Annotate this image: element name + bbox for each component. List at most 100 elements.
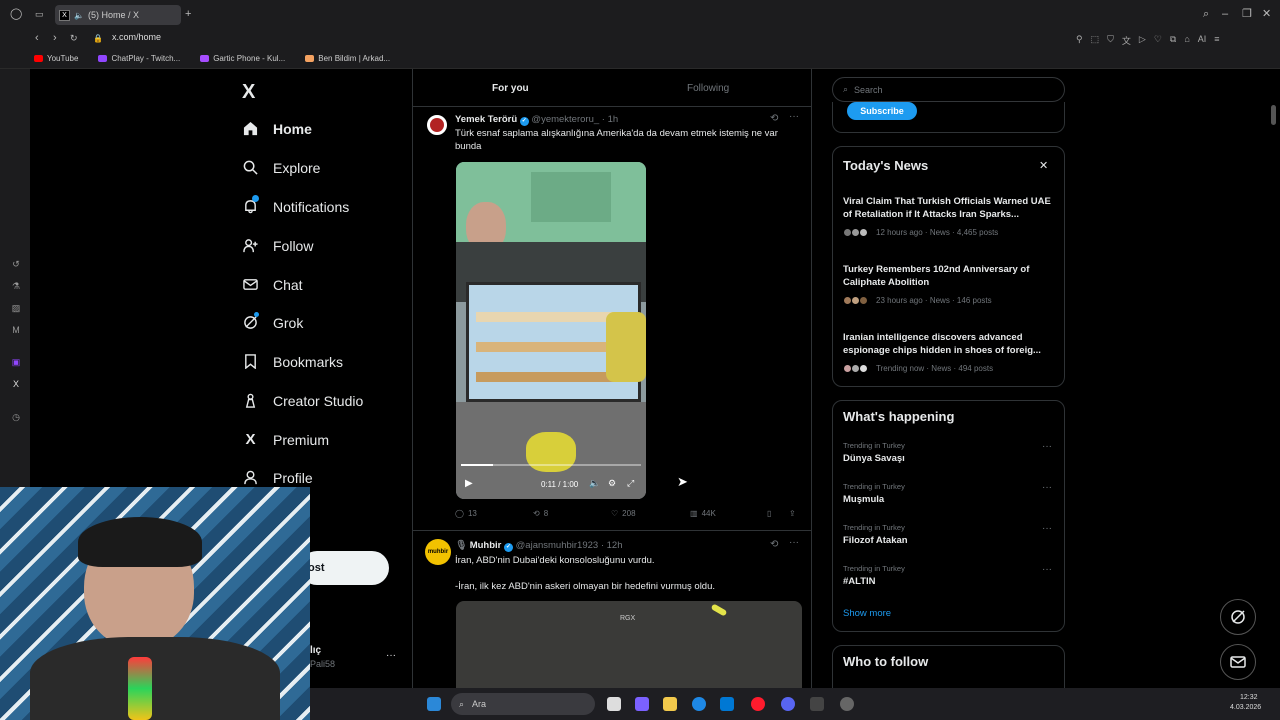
notes-icon[interactable]: ▨ (10, 303, 22, 315)
bookmark-chatplay[interactable]: ChatPlay - Twitch... (98, 54, 180, 63)
subscribe-button[interactable]: Subscribe (847, 102, 917, 120)
discord-icon[interactable] (781, 697, 795, 711)
menu-icon[interactable]: ≡ (1214, 34, 1219, 47)
post-time[interactable]: · 12h (601, 540, 623, 551)
tab-islands-icon[interactable]: ▭ (35, 9, 44, 20)
snapshot-icon[interactable]: ⬚ (1091, 34, 1100, 47)
search-icon (242, 159, 259, 176)
post-more-icon[interactable]: ··· (789, 537, 799, 548)
trend-more-icon[interactable]: ··· (1042, 564, 1052, 575)
settings-icon[interactable]: ⚙ (608, 478, 616, 489)
grok-float-button[interactable] (1220, 599, 1256, 635)
show-more-link[interactable]: Show more (843, 608, 891, 619)
browser-tab-active[interactable]: X 🔈 (5) Home / X (55, 5, 181, 25)
x-logo[interactable]: X (242, 81, 255, 104)
trend-more-icon[interactable]: ··· (1042, 523, 1052, 534)
copilot-icon[interactable] (635, 697, 649, 711)
back-icon[interactable]: ‹ (35, 33, 39, 44)
ai-icon[interactable]: AI (1198, 34, 1207, 47)
search-tabs-icon[interactable]: ⌕ (1203, 9, 1209, 20)
nav-home[interactable]: Home (242, 120, 312, 137)
search-input[interactable]: ⌕ Search (832, 77, 1065, 102)
shield-icon[interactable]: ⛉ (1107, 34, 1114, 47)
nav-grok[interactable]: Grok (242, 312, 303, 331)
clock-time[interactable]: 12:32 (1240, 694, 1258, 701)
wallet-icon[interactable]: ⌂ (1184, 34, 1189, 47)
post-author[interactable]: Yemek Terörü (455, 114, 517, 125)
views-button[interactable]: ▥ 44K (690, 509, 716, 518)
heart-icon[interactable]: ♡ (1154, 34, 1162, 47)
bookmark-youtube[interactable]: YouTube (34, 54, 78, 63)
store-icon[interactable] (720, 697, 734, 711)
post-handle[interactable]: @yemekteroru_ (531, 114, 599, 125)
post-more-icon[interactable]: ··· (789, 111, 799, 122)
clock-date[interactable]: 4.03.2026 (1230, 704, 1261, 711)
trend-more-icon[interactable]: ··· (1042, 441, 1052, 452)
messages-float-button[interactable] (1220, 644, 1256, 680)
bookmark-post-button[interactable]: ▯ (767, 509, 771, 518)
post-time[interactable]: · 1h (602, 114, 618, 125)
extensions-icon[interactable]: ⧉ (1170, 34, 1176, 47)
nav-follow[interactable]: Follow (242, 237, 313, 254)
new-tab-icon[interactable]: + (185, 9, 191, 20)
trend-more-icon[interactable]: ··· (1042, 482, 1052, 493)
play-icon[interactable]: ▷ (1139, 34, 1146, 47)
aria-icon[interactable]: ⚗ (10, 281, 22, 293)
avatar[interactable] (425, 113, 449, 137)
repost-button[interactable]: ⟲ 8 (533, 509, 548, 518)
bookmark-ben-bildim[interactable]: Ben Bildim | Arkad... (305, 54, 390, 63)
opera-taskbar-icon[interactable] (751, 697, 765, 711)
taskbar-search[interactable]: ⌕ Ara (451, 693, 595, 715)
url-text[interactable]: x.com/home (112, 32, 161, 42)
messenger-icon[interactable]: M (10, 325, 22, 337)
like-button[interactable]: ♡ 208 (611, 509, 636, 518)
forward-icon[interactable]: › (53, 33, 57, 44)
account-more-icon[interactable]: ··· (386, 650, 396, 661)
close-icon[interactable]: ✕ (1039, 159, 1048, 172)
windows-start-icon[interactable] (427, 697, 441, 711)
tab-for-you[interactable]: For you (492, 83, 529, 94)
post-handle[interactable]: @ajansmuhbir1923 (516, 540, 599, 551)
edge-icon[interactable] (692, 697, 706, 711)
nav-creator-studio[interactable]: Creator Studio (242, 392, 363, 409)
nav-profile[interactable]: Profile (242, 469, 313, 486)
fullscreen-icon[interactable]: ⤢ (627, 478, 634, 489)
video-progress-track[interactable] (461, 464, 641, 466)
file-explorer-icon[interactable] (663, 697, 677, 711)
history-sidebar-icon[interactable]: ↺ (10, 259, 22, 271)
volume-icon[interactable]: 🔈 (589, 478, 600, 489)
reload-icon[interactable]: ↻ (70, 33, 78, 44)
post-author[interactable]: Muhbir (470, 540, 502, 551)
translate-icon[interactable]: 文 (1122, 34, 1131, 47)
obs-icon[interactable] (810, 697, 824, 711)
account-name[interactable]: lıç (310, 645, 321, 656)
nav-notifications[interactable]: Notifications (242, 195, 349, 215)
nav-bookmarks[interactable]: Bookmarks (242, 353, 343, 370)
twitch-icon[interactable]: ▣ (10, 357, 22, 369)
audio-icon[interactable]: 🔈 (74, 11, 84, 20)
nav-explore[interactable]: Explore (242, 159, 320, 176)
grok-explain-icon[interactable]: ⟲ (770, 539, 778, 550)
play-icon[interactable]: ▶ (465, 478, 473, 489)
post-button[interactable]: ost (300, 551, 389, 585)
page-scrollbar[interactable] (1271, 105, 1276, 125)
chatplay-icon (98, 55, 108, 62)
opera-logo-icon[interactable]: ◯ (10, 9, 22, 20)
post-video[interactable]: ▶ 0:11 / 1:00 🔈 ⚙ ⤢ (456, 162, 646, 499)
close-window-icon[interactable]: ✕ (1262, 9, 1271, 20)
share-button[interactable]: ⇪ (789, 509, 796, 518)
avatar[interactable]: muhbir (425, 539, 451, 565)
minimize-icon[interactable]: – (1222, 9, 1228, 20)
restore-icon[interactable]: ❐ (1242, 9, 1252, 20)
steam-icon[interactable] (840, 697, 854, 711)
bookmark-gartic[interactable]: Gartic Phone - Kul... (200, 54, 285, 63)
nav-premium[interactable]: X Premium (242, 431, 329, 448)
tab-following[interactable]: Following (687, 83, 729, 94)
x-sidebar-icon[interactable]: X (10, 379, 22, 391)
reply-button[interactable]: ◯ 13 (455, 509, 477, 518)
pin-icon[interactable]: ⚲ (1076, 34, 1083, 47)
nav-chat[interactable]: Chat (242, 276, 303, 293)
grok-explain-icon[interactable]: ⟲ (770, 113, 778, 124)
task-view-icon[interactable] (607, 697, 621, 711)
clock-icon[interactable]: ◷ (10, 412, 22, 424)
